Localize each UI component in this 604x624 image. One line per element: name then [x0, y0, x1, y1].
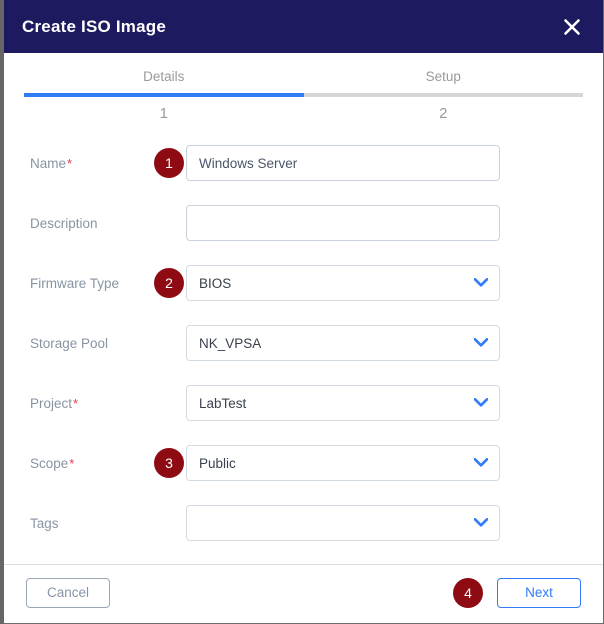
tab-details[interactable]: Details 1 — [24, 69, 304, 122]
name-input[interactable] — [186, 145, 500, 181]
field-row-tags: Tags — [4, 504, 603, 542]
field-label-name-text: Name — [30, 155, 67, 171]
field-row-description: Description — [4, 204, 603, 242]
step-number-setup: 2 — [439, 105, 448, 122]
dialog-titlebar: Create ISO Image — [4, 0, 603, 53]
field-control-project: LabTest — [186, 385, 500, 421]
scope-value: Public — [199, 455, 236, 471]
field-label-storage-pool: Storage Pool — [4, 336, 152, 351]
field-row-storage-pool: Storage Pool NK_VPSA — [4, 324, 603, 362]
description-input[interactable] — [186, 205, 500, 241]
cancel-button[interactable]: Cancel — [26, 577, 110, 608]
step-label-setup: Setup — [425, 69, 461, 84]
field-control-tags — [186, 505, 500, 541]
badge-slot-scope: 3 — [152, 448, 186, 478]
annotation-badge-2: 2 — [154, 268, 184, 298]
field-label-firmware-type-text: Firmware Type — [30, 275, 120, 291]
dialog-footer: Cancel 4 Next — [4, 565, 603, 620]
field-control-scope: Public — [186, 445, 500, 481]
field-row-project: Project* LabTest — [4, 384, 603, 422]
field-row-scope: Scope* 3 Public — [4, 444, 603, 482]
step-number-details: 1 — [159, 105, 168, 122]
annotation-badge-4: 4 — [453, 577, 483, 608]
annotation-badge-3: 3 — [154, 448, 184, 478]
next-button[interactable]: Next — [497, 577, 581, 608]
field-label-scope: Scope* — [4, 456, 152, 471]
field-row-name: Name* 1 — [4, 144, 603, 182]
step-bar-setup — [303, 93, 583, 97]
step-bar-details — [24, 93, 304, 97]
iso-image-form: Name* 1 Description Firmware Type — [4, 122, 603, 542]
field-label-name: Name* — [4, 156, 152, 171]
wizard-stepper: Details 1 Setup 2 — [4, 53, 603, 122]
field-label-scope-text: Scope — [30, 455, 69, 471]
tab-setup[interactable]: Setup 2 — [303, 69, 583, 122]
firmware-type-select[interactable]: BIOS — [186, 265, 500, 301]
required-asterisk-scope: * — [69, 455, 75, 471]
badge-slot-name: 1 — [152, 148, 186, 178]
close-icon[interactable] — [559, 14, 585, 40]
field-label-tags-text: Tags — [30, 515, 59, 531]
required-asterisk-name: * — [67, 155, 73, 171]
scope-select[interactable]: Public — [186, 445, 500, 481]
field-control-firmware-type: BIOS — [186, 265, 500, 301]
storage-pool-select[interactable]: NK_VPSA — [186, 325, 500, 361]
field-control-storage-pool: NK_VPSA — [186, 325, 500, 361]
project-value: LabTest — [199, 395, 247, 411]
required-asterisk-project: * — [73, 395, 79, 411]
field-control-name — [186, 145, 500, 181]
badge-slot-firmware-type: 2 — [152, 268, 186, 298]
create-iso-image-dialog: Create ISO Image Details 1 Setup 2 Name* — [0, 0, 604, 624]
field-row-firmware-type: Firmware Type 2 BIOS — [4, 264, 603, 302]
tags-select[interactable] — [186, 505, 500, 541]
field-label-firmware-type: Firmware Type — [4, 276, 152, 291]
field-label-project: Project* — [4, 396, 152, 411]
field-label-description-text: Description — [30, 215, 98, 231]
project-select[interactable]: LabTest — [186, 385, 500, 421]
field-label-project-text: Project — [30, 395, 73, 411]
field-label-storage-pool-text: Storage Pool — [30, 335, 109, 351]
storage-pool-value: NK_VPSA — [199, 335, 262, 351]
field-control-description — [186, 205, 500, 241]
firmware-type-value: BIOS — [199, 275, 232, 291]
footer-right-group: 4 Next — [453, 577, 581, 608]
field-label-description: Description — [4, 216, 152, 231]
step-label-details: Details — [143, 69, 185, 84]
field-label-tags: Tags — [4, 516, 152, 531]
dialog-title: Create ISO Image — [22, 16, 166, 36]
annotation-badge-1: 1 — [154, 148, 184, 178]
